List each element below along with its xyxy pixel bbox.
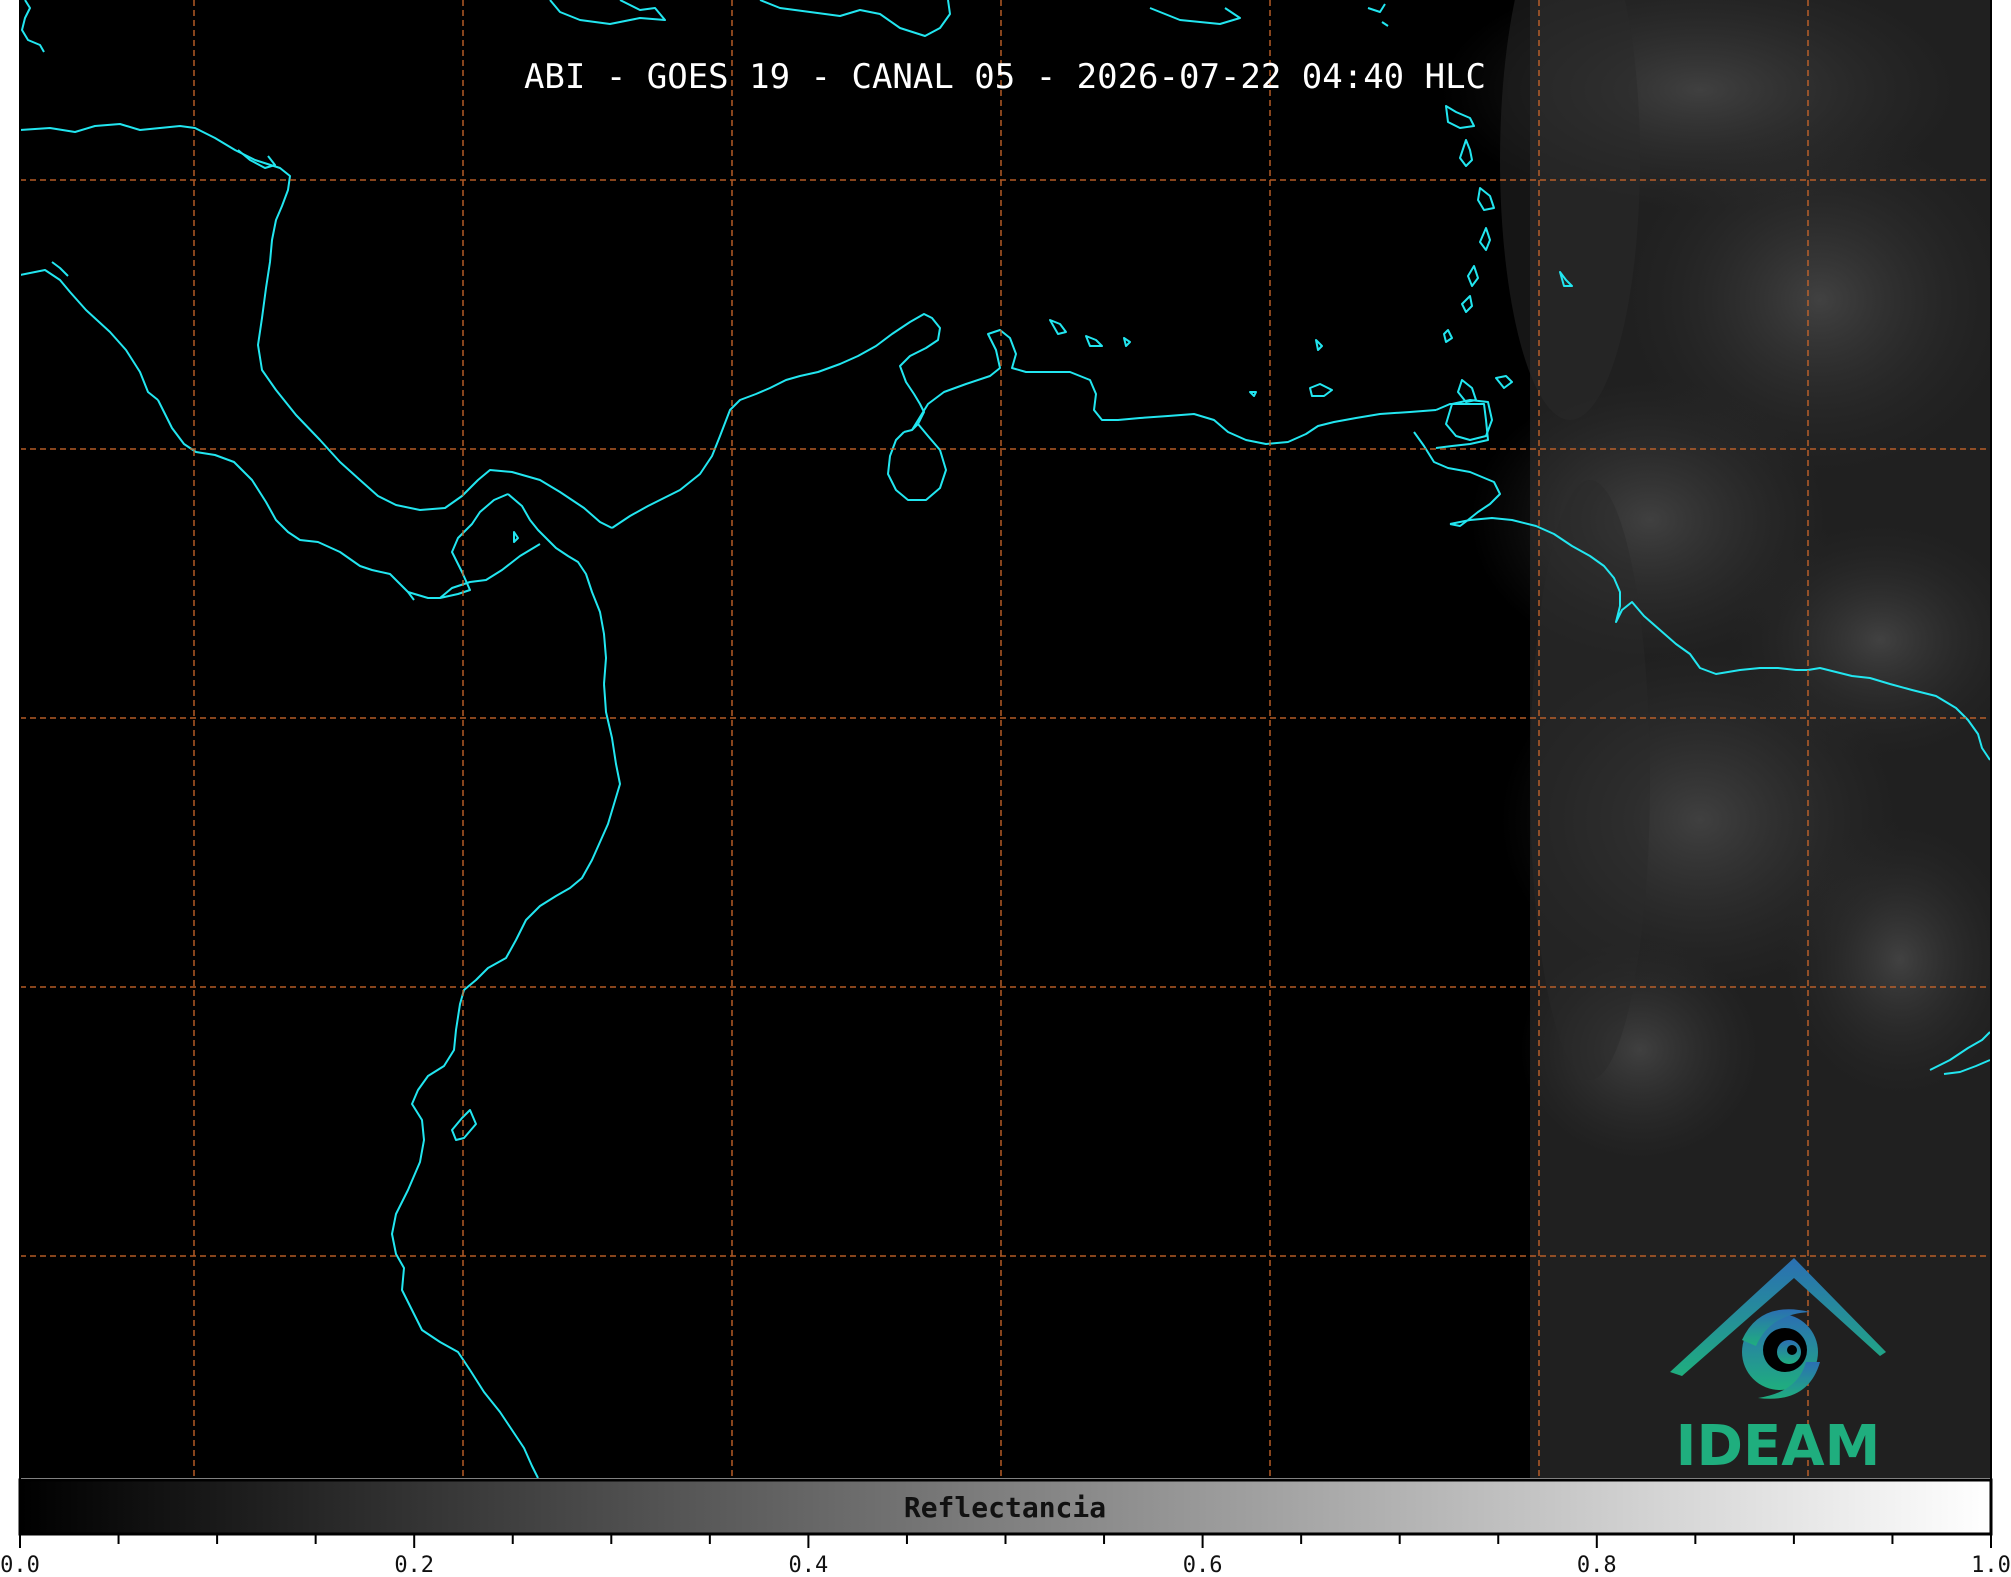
map-title: ABI - GOES 19 - CANAL 05 - 2026-07-22 04… (524, 57, 1486, 97)
logo-text: IDEAM (1676, 1414, 1881, 1479)
colorbar-tick-label: 0.2 (394, 1553, 434, 1577)
map-figure: ABI - GOES 19 - CANAL 05 - 2026-07-22 04… (0, 0, 2011, 1577)
colorbar-tick-label: 1.0 (1971, 1553, 2011, 1577)
colorbar-tick-labels: 0.0 0.2 0.4 0.6 0.8 1.0 (0, 1553, 2011, 1577)
colorbar-tick-label: 0.6 (1183, 1553, 1223, 1577)
satellite-image-view: ABI - GOES 19 - CANAL 05 - 2026-07-22 04… (0, 0, 2011, 1577)
colorbar-tick-label: 0.4 (789, 1553, 829, 1577)
colorbar-ticks (19, 1534, 1992, 1548)
colorbar-tick-label: 0.0 (0, 1553, 40, 1577)
colorbar-tick-label: 0.8 (1577, 1553, 1617, 1577)
colorbar: Reflectancia 0.0 0.2 0.4 0.6 0.8 1.0 (0, 1478, 2011, 1577)
colorbar-label: Reflectancia (904, 1491, 1106, 1524)
